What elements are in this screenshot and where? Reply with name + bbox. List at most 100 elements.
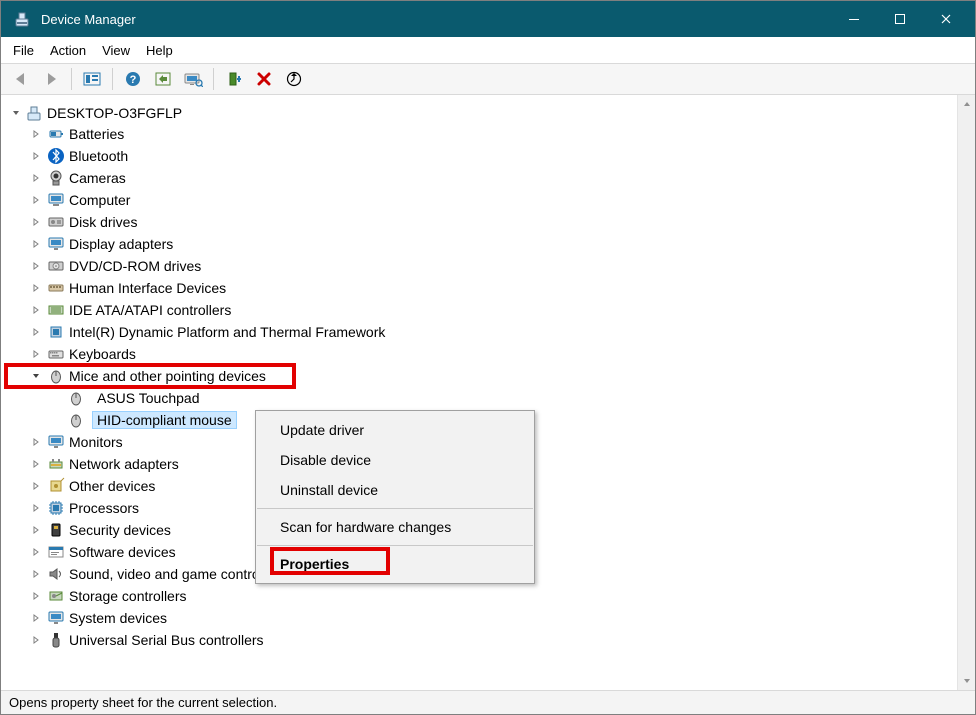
scroll-down-arrow[interactable]	[958, 672, 976, 690]
toolbar-back-button[interactable]	[7, 66, 35, 92]
tree-device[interactable]: ASUS Touchpad	[9, 387, 975, 409]
toolbar-add-hardware-button[interactable]	[220, 66, 248, 92]
tree-category[interactable]: System devices	[9, 607, 975, 629]
caret-right-icon[interactable]	[29, 611, 43, 625]
ctx-uninstall-device[interactable]: Uninstall device	[256, 475, 534, 505]
tree-category[interactable]: Human Interface Devices	[9, 277, 975, 299]
scroll-up-arrow[interactable]	[958, 95, 976, 113]
minimize-button[interactable]	[831, 4, 877, 34]
ctx-properties[interactable]: Properties	[256, 549, 534, 579]
toolbar-actions-button[interactable]	[149, 66, 177, 92]
category-label: Computer	[69, 192, 130, 208]
category-label: System devices	[69, 610, 167, 626]
ctx-disable-device[interactable]: Disable device	[256, 445, 534, 475]
category-icon	[47, 367, 65, 385]
caret-right-icon[interactable]	[29, 149, 43, 163]
tree-category[interactable]: Cameras	[9, 167, 975, 189]
caret-right-icon[interactable]	[29, 479, 43, 493]
mouse-icon	[67, 411, 85, 429]
close-button[interactable]	[923, 4, 969, 34]
tree-category[interactable]: Bluetooth	[9, 145, 975, 167]
category-label: Bluetooth	[69, 148, 128, 164]
menu-view[interactable]: View	[102, 43, 130, 58]
category-icon	[47, 587, 65, 605]
tree-category[interactable]: Mice and other pointing devices	[9, 365, 975, 387]
caret-right-icon[interactable]	[29, 303, 43, 317]
caret-right-icon[interactable]	[29, 325, 43, 339]
category-icon	[47, 213, 65, 231]
toolbar-show-tree-button[interactable]	[78, 66, 106, 92]
caret-right-icon[interactable]	[29, 347, 43, 361]
caret-right-icon[interactable]	[29, 259, 43, 273]
caret-down-icon[interactable]	[29, 369, 43, 383]
caret-down-icon[interactable]	[9, 106, 23, 120]
tree-category[interactable]: IDE ATA/ATAPI controllers	[9, 299, 975, 321]
tree-category[interactable]: DVD/CD-ROM drives	[9, 255, 975, 277]
toolbar-uninstall-button[interactable]	[250, 66, 278, 92]
category-label: Keyboards	[69, 346, 136, 362]
caret-right-icon[interactable]	[29, 545, 43, 559]
caret-right-icon[interactable]	[29, 215, 43, 229]
caret-right-icon[interactable]	[29, 171, 43, 185]
category-icon	[47, 191, 65, 209]
category-icon	[47, 147, 65, 165]
tree-category[interactable]: Universal Serial Bus controllers	[9, 629, 975, 651]
tree-category[interactable]: Display adapters	[9, 233, 975, 255]
category-icon	[47, 565, 65, 583]
toolbar-update-button[interactable]	[280, 66, 308, 92]
category-label: Security devices	[69, 522, 171, 538]
tree-category[interactable]: Disk drives	[9, 211, 975, 233]
category-icon	[47, 609, 65, 627]
menu-action[interactable]: Action	[50, 43, 86, 58]
caret-right-icon[interactable]	[29, 633, 43, 647]
tree-category[interactable]: Intel(R) Dynamic Platform and Thermal Fr…	[9, 321, 975, 343]
category-label: Human Interface Devices	[69, 280, 226, 296]
caret-right-icon[interactable]	[29, 457, 43, 471]
caret-right-icon[interactable]	[29, 127, 43, 141]
ctx-scan-hardware[interactable]: Scan for hardware changes	[256, 512, 534, 542]
category-icon	[47, 499, 65, 517]
toolbar-scan-button[interactable]	[179, 66, 207, 92]
toolbar-forward-button[interactable]	[37, 66, 65, 92]
caret-right-icon[interactable]	[29, 589, 43, 603]
vertical-scrollbar[interactable]	[957, 95, 975, 690]
caret-right-icon[interactable]	[29, 193, 43, 207]
category-icon	[47, 279, 65, 297]
caret-right-icon[interactable]	[29, 567, 43, 581]
category-label: Cameras	[69, 170, 126, 186]
status-text: Opens property sheet for the current sel…	[9, 695, 277, 710]
category-label: Mice and other pointing devices	[69, 368, 266, 384]
category-icon	[47, 477, 65, 495]
category-icon	[47, 323, 65, 341]
menu-help[interactable]: Help	[146, 43, 173, 58]
tree-category[interactable]: Computer	[9, 189, 975, 211]
category-icon	[47, 125, 65, 143]
tree-root[interactable]: DESKTOP-O3FGFLP	[9, 103, 975, 123]
caret-right-icon[interactable]	[29, 281, 43, 295]
category-icon	[47, 169, 65, 187]
caret-right-icon[interactable]	[29, 523, 43, 537]
caret-right-icon[interactable]	[29, 435, 43, 449]
menu-file[interactable]: File	[13, 43, 34, 58]
titlebar: Device Manager	[1, 1, 975, 37]
category-icon	[47, 543, 65, 561]
ctx-update-driver[interactable]: Update driver	[256, 415, 534, 445]
category-label: Batteries	[69, 126, 124, 142]
context-menu: Update driver Disable device Uninstall d…	[255, 410, 535, 584]
category-label: Network adapters	[69, 456, 179, 472]
category-label: Other devices	[69, 478, 155, 494]
maximize-button[interactable]	[877, 4, 923, 34]
category-icon	[47, 433, 65, 451]
category-icon	[47, 521, 65, 539]
category-label: Disk drives	[69, 214, 137, 230]
toolbar-help-button[interactable]: ?	[119, 66, 147, 92]
tree-category[interactable]: Storage controllers	[9, 585, 975, 607]
tree-category[interactable]: Keyboards	[9, 343, 975, 365]
category-icon	[47, 345, 65, 363]
caret-right-icon[interactable]	[29, 237, 43, 251]
device-tree[interactable]: DESKTOP-O3FGFLP Batteries Bluetooth Camera…	[1, 95, 975, 690]
tree-category[interactable]: Batteries	[9, 123, 975, 145]
device-manager-window: Device Manager File Action View Help	[0, 0, 976, 715]
category-icon	[47, 301, 65, 319]
caret-right-icon[interactable]	[29, 501, 43, 515]
